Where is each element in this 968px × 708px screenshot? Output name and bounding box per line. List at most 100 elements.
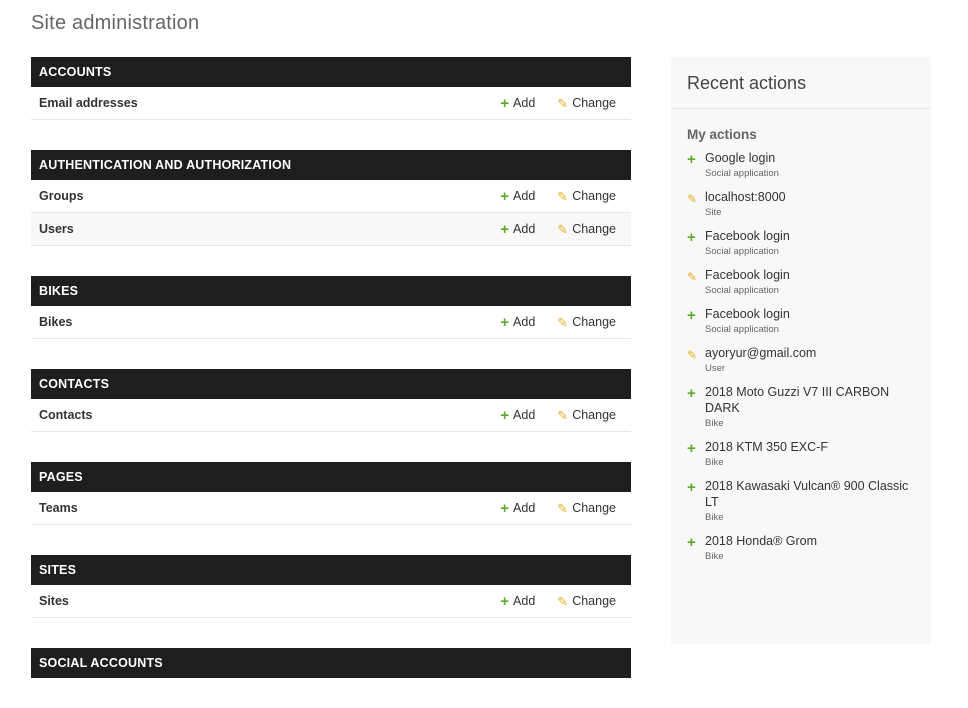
- change-link[interactable]: ✎ Change: [557, 492, 616, 524]
- recent-action-item: +2018 Kawasaki Vulcan® 900 Classic LT Bik…: [687, 478, 915, 525]
- plus-icon: +: [687, 534, 696, 551]
- row-actions: + Add ✎ Change: [500, 213, 616, 245]
- my-actions-heading: My actions: [687, 127, 757, 142]
- plus-icon: +: [500, 313, 510, 331]
- module-header[interactable]: SOCIAL ACCOUNTS: [31, 648, 631, 678]
- model-row: Bikes + Add ✎ Change: [31, 306, 631, 339]
- recent-action-link[interactable]: ayoryur@gmail.com: [705, 346, 816, 360]
- recent-actions-title: Recent actions: [671, 57, 931, 109]
- row-actions: + Add ✎ Change: [500, 306, 616, 338]
- app-modules-list: ACCOUNTS Email addresses + Add ✎ Change AUTHEN…: [31, 57, 631, 708]
- change-link[interactable]: ✎ Change: [557, 213, 616, 245]
- add-link[interactable]: + Add: [500, 87, 535, 119]
- action-icon: +: [687, 150, 705, 181]
- recent-action-item: ✎ localhost:8000 Site: [687, 189, 915, 220]
- recent-action-type: Bike: [705, 418, 724, 429]
- model-link-sites[interactable]: Sites: [39, 585, 69, 617]
- pencil-icon: ✎: [557, 95, 569, 111]
- model-link-groups[interactable]: Groups: [39, 180, 83, 212]
- module-header[interactable]: AUTHENTICATION AND AUTHORIZATION: [31, 150, 631, 180]
- recent-action-entry: 2018 KTM 350 EXC-F Bike: [705, 439, 828, 470]
- plus-icon: +: [500, 499, 510, 517]
- model-link-email-addresses[interactable]: Email addresses: [39, 87, 138, 119]
- change-link[interactable]: ✎ Change: [557, 306, 616, 338]
- module-header[interactable]: SITES: [31, 555, 631, 585]
- pencil-icon: ✎: [557, 188, 569, 204]
- change-link[interactable]: ✎ Change: [557, 180, 616, 212]
- change-link[interactable]: ✎ Change: [557, 87, 616, 119]
- change-label: Change: [572, 408, 616, 422]
- module-header[interactable]: PAGES: [31, 462, 631, 492]
- recent-action-entry: ayoryur@gmail.com User: [705, 345, 816, 376]
- model-link-contacts[interactable]: Contacts: [39, 399, 92, 431]
- add-link[interactable]: + Add: [500, 399, 535, 431]
- change-label: Change: [572, 501, 616, 515]
- recent-action-entry: Facebook login Social application: [705, 228, 790, 259]
- recent-action-type: Social application: [705, 324, 779, 335]
- recent-action-link[interactable]: 2018 KTM 350 EXC-F: [705, 440, 828, 454]
- recent-action-entry: Facebook login Social application: [705, 267, 790, 298]
- recent-actions-list: + Google login Social application ✎ localhos…: [671, 150, 931, 564]
- recent-action-link[interactable]: 2018 Kawasaki Vulcan® 900 Classic LT: [705, 479, 908, 509]
- add-label: Add: [513, 189, 536, 203]
- add-link[interactable]: + Add: [500, 213, 535, 245]
- change-label: Change: [572, 96, 616, 110]
- model-row: Groups + Add ✎ Change: [31, 180, 631, 213]
- pencil-icon: ✎: [687, 348, 698, 362]
- module-header[interactable]: BIKES: [31, 276, 631, 306]
- model-link-bikes[interactable]: Bikes: [39, 306, 72, 338]
- recent-action-item: ✎ Facebook login Social application: [687, 267, 915, 298]
- recent-action-link[interactable]: Facebook login: [705, 268, 790, 282]
- recent-action-item: ✎ ayoryur@gmail.com User: [687, 345, 915, 376]
- pencil-icon: ✎: [557, 221, 569, 237]
- pencil-icon: ✎: [687, 270, 698, 284]
- recent-action-link[interactable]: 2018 Honda® Grom: [705, 534, 817, 548]
- recent-action-item: +2018 KTM 350 EXC-F Bike: [687, 439, 915, 470]
- model-row: Teams + Add ✎ Change: [31, 492, 631, 525]
- module-accounts: ACCOUNTS Email addresses + Add ✎ Change: [31, 57, 631, 120]
- pencil-icon: ✎: [557, 593, 569, 609]
- add-link[interactable]: + Add: [500, 306, 535, 338]
- add-link[interactable]: + Add: [500, 492, 535, 524]
- change-label: Change: [572, 315, 616, 329]
- plus-icon: +: [687, 479, 696, 496]
- plus-icon: +: [500, 220, 510, 238]
- change-label: Change: [572, 594, 616, 608]
- recent-action-type: User: [705, 363, 726, 374]
- recent-action-type: Social application: [705, 246, 779, 257]
- change-link[interactable]: ✎ Change: [557, 585, 616, 617]
- recent-action-item: +2018 Moto Guzzi V7 III CARBON DARK Bike: [687, 384, 915, 431]
- recent-action-type: Social application: [705, 285, 779, 296]
- recent-action-item: + Facebook login Social application: [687, 306, 915, 337]
- module-social-accounts: SOCIAL ACCOUNTS: [31, 648, 631, 678]
- recent-action-item: + Facebook login Social application: [687, 228, 915, 259]
- add-link[interactable]: + Add: [500, 180, 535, 212]
- plus-icon: +: [500, 406, 510, 424]
- add-link[interactable]: + Add: [500, 585, 535, 617]
- plus-icon: +: [687, 151, 696, 168]
- add-label: Add: [513, 408, 536, 422]
- recent-action-link[interactable]: Google login: [705, 151, 775, 165]
- module-header[interactable]: CONTACTS: [31, 369, 631, 399]
- module-header[interactable]: ACCOUNTS: [31, 57, 631, 87]
- recent-action-link[interactable]: 2018 Moto Guzzi V7 III CARBON DARK: [705, 385, 889, 415]
- plus-icon: +: [687, 307, 696, 324]
- model-link-teams[interactable]: Teams: [39, 492, 78, 524]
- row-actions: + Add ✎ Change: [500, 585, 616, 617]
- recent-action-link[interactable]: Facebook login: [705, 307, 790, 321]
- change-label: Change: [572, 189, 616, 203]
- model-link-users[interactable]: Users: [39, 213, 74, 245]
- page-title: Site administration: [31, 12, 200, 34]
- action-icon: ✎: [687, 189, 705, 220]
- action-icon: +: [687, 533, 705, 564]
- module-authentication-and-authorization: AUTHENTICATION AND AUTHORIZATION Groups + A…: [31, 150, 631, 246]
- add-label: Add: [513, 96, 536, 110]
- action-icon: +: [687, 439, 705, 470]
- recent-action-link[interactable]: localhost:8000: [705, 190, 786, 204]
- plus-icon: +: [500, 94, 510, 112]
- model-row: Sites + Add ✎ Change: [31, 585, 631, 618]
- change-link[interactable]: ✎ Change: [557, 399, 616, 431]
- pencil-icon: ✎: [557, 500, 569, 516]
- pencil-icon: ✎: [687, 192, 698, 206]
- recent-action-link[interactable]: Facebook login: [705, 229, 790, 243]
